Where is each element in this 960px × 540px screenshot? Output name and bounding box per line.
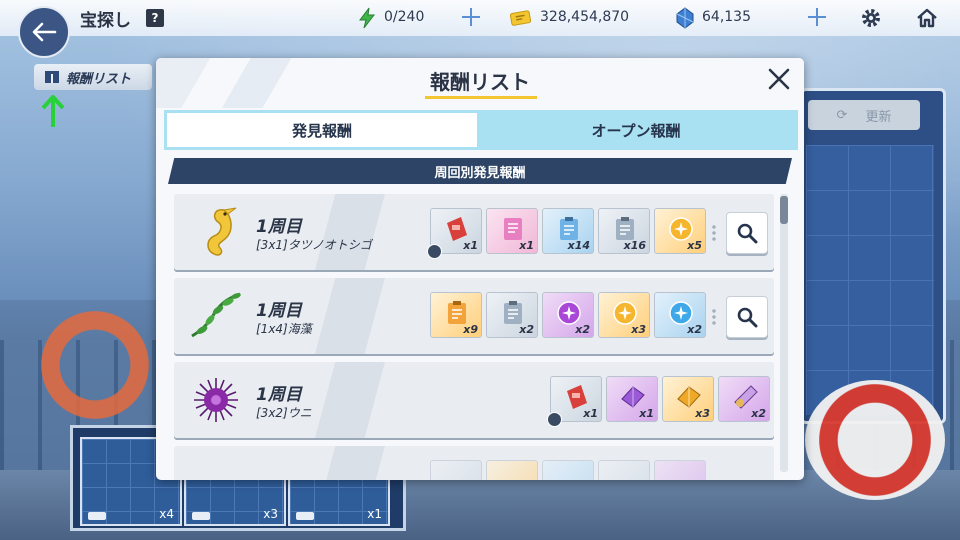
add-gems-button[interactable] <box>806 6 828 28</box>
reward-list-button[interactable]: 報酬リスト <box>34 64 152 90</box>
quantity: x2 <box>575 323 590 336</box>
quantity: x3 <box>695 407 710 420</box>
quantity: x5 <box>687 239 702 252</box>
treasure-name: [3x1]タツノオトシゴ <box>256 238 372 252</box>
up-arrow-icon <box>41 95 65 127</box>
lap-label: 1周目 <box>256 217 302 237</box>
quantity: x1 <box>463 239 478 252</box>
reward-items: x1 x1 x3 x2 <box>550 376 770 422</box>
time-limited-clock-icon <box>427 244 442 259</box>
quantity: x2 <box>751 407 766 420</box>
gem-icon <box>676 7 694 29</box>
magnifier-icon <box>737 307 758 328</box>
list-item: 1周目 [1x4]海藻 x9 x2 x2 x3 x2 <box>174 278 774 354</box>
detail-search-button[interactable] <box>726 212 768 254</box>
reward-item[interactable]: x14 <box>542 208 594 254</box>
home-icon[interactable] <box>916 7 938 29</box>
page-title: 宝探し <box>80 11 131 31</box>
reward-item[interactable]: x1 <box>606 376 658 422</box>
reward-item[interactable]: x9 <box>430 292 482 338</box>
quantity: x9 <box>463 323 478 336</box>
reward-item[interactable]: x5 <box>654 208 706 254</box>
found-count: x3 <box>263 507 278 521</box>
magnifier-icon <box>737 223 758 244</box>
tab-discovery-rewards[interactable]: 発見報酬 <box>167 113 477 147</box>
sea-urchin-icon <box>194 378 238 422</box>
size-indicator <box>192 512 210 520</box>
title-underline <box>425 96 537 99</box>
reward-item[interactable]: x2 <box>542 292 594 338</box>
found-count: x4 <box>159 507 174 521</box>
buoy-decoration <box>805 380 945 500</box>
reward-item[interactable]: x2 <box>718 376 770 422</box>
detail-search-button[interactable] <box>726 296 768 338</box>
treasure-board-grid <box>806 145 934 415</box>
close-icon[interactable] <box>766 66 792 92</box>
arrow-left-icon <box>32 22 57 42</box>
gem-value: 64,135 <box>702 9 751 25</box>
reward-items: x9 x2 x2 x3 x2 <box>430 292 706 338</box>
lap-label: 1周目 <box>256 301 302 321</box>
reward-item[interactable] <box>654 460 706 480</box>
treasure-name: [3x2]ウニ <box>256 406 312 420</box>
reward-items <box>430 460 706 480</box>
seahorse-icon <box>207 207 237 256</box>
reward-list-modal: 報酬リスト 発見報酬 オープン報酬 周回別発見報酬 1周目 [3x1]タツノオト… <box>156 58 804 480</box>
list-item <box>174 446 774 480</box>
refresh-button[interactable]: ⟳ 更新 <box>808 100 920 130</box>
help-button[interactable]: ? <box>146 9 164 27</box>
quantity: x1 <box>519 239 534 252</box>
tab-bar: 発見報酬 オープン報酬 <box>164 110 798 150</box>
seaweed-icon <box>191 292 241 338</box>
quantity: x2 <box>519 323 534 336</box>
time-limited-clock-icon <box>547 412 562 427</box>
stamina-bolt-icon <box>359 7 376 29</box>
gift-icon <box>45 71 59 83</box>
reward-item[interactable] <box>486 460 538 480</box>
refresh-icon: ⟳ <box>836 107 848 123</box>
scrollbar-thumb[interactable] <box>780 196 788 224</box>
treasure-name: [1x4]海藻 <box>256 322 312 336</box>
settings-gear-icon[interactable] <box>860 7 882 29</box>
separator-dots <box>712 224 716 242</box>
list-item: 1周目 [3x2]ウニ x1 x1 x3 x2 <box>174 362 774 438</box>
gold-ticket-icon <box>510 10 532 26</box>
found-count: x1 <box>367 507 382 521</box>
reward-item[interactable]: x2 <box>486 292 538 338</box>
tab-open-rewards[interactable]: オープン報酬 <box>477 113 795 147</box>
quantity: x2 <box>687 323 702 336</box>
reward-list: 1周目 [3x1]タツノオトシゴ x1 x1 x14 x16 x5 1周目 [1… <box>170 194 778 480</box>
add-stamina-button[interactable] <box>460 6 482 28</box>
reward-item[interactable]: x2 <box>654 292 706 338</box>
reward-item[interactable]: x3 <box>598 292 650 338</box>
refresh-label: 更新 <box>865 109 892 125</box>
reward-item[interactable] <box>542 460 594 480</box>
reward-item[interactable] <box>598 460 650 480</box>
quantity: x1 <box>583 407 598 420</box>
reward-item[interactable]: x1 <box>486 208 538 254</box>
quantity: x14 <box>567 239 590 252</box>
back-button[interactable] <box>18 6 70 58</box>
section-header: 周回別発見報酬 <box>168 158 792 184</box>
reward-item[interactable]: x3 <box>662 376 714 422</box>
lap-label: 1周目 <box>256 385 302 405</box>
reward-item[interactable] <box>430 460 482 480</box>
reward-list-label: 報酬リスト <box>66 71 132 87</box>
size-indicator <box>296 512 314 520</box>
lifebuoy-decoration <box>30 300 160 430</box>
separator-dots <box>712 308 716 326</box>
reward-item[interactable]: x16 <box>598 208 650 254</box>
modal-title: 報酬リスト <box>430 70 530 94</box>
stamina-value: 0/240 <box>384 9 425 25</box>
quantity: x16 <box>623 239 646 252</box>
size-indicator <box>88 512 106 520</box>
gold-value: 328,454,870 <box>540 9 630 25</box>
quantity: x3 <box>631 323 646 336</box>
list-scrollbar[interactable] <box>780 194 788 472</box>
reward-items: x1 x1 x14 x16 x5 <box>430 208 706 254</box>
quantity: x1 <box>639 407 654 420</box>
list-item: 1周目 [3x1]タツノオトシゴ x1 x1 x14 x16 x5 <box>174 194 774 270</box>
